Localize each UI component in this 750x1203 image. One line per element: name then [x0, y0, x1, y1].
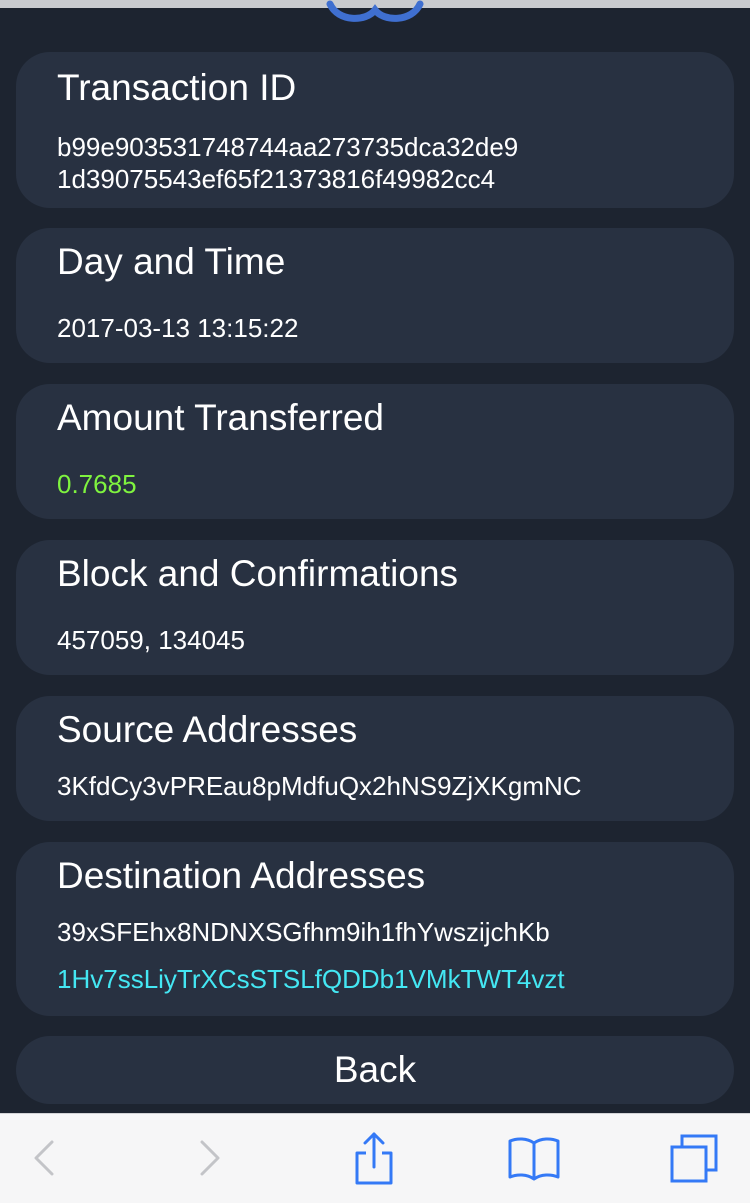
tabs-icon[interactable]: [664, 1128, 724, 1188]
transaction-id-line-2: 1d39075543ef65f21373816f49982cc4: [57, 164, 496, 194]
transaction-id-card: Transaction ID b99e903531748744aa273735d…: [16, 52, 734, 208]
block-title: Block and Confirmations: [57, 553, 459, 594]
amount-card: Amount Transferred 0.7685: [16, 384, 734, 519]
back-button[interactable]: Back: [16, 1036, 734, 1104]
browser-toolbar: [0, 1113, 750, 1203]
destination-addresses-card: Destination Addresses 39xSFEhx8NDNXSGfhm…: [16, 842, 734, 1016]
destination-address-2[interactable]: 1Hv7ssLiyTrXCsSTSLfQDDb1VMkTWT4vzt: [57, 962, 565, 996]
destination-address-1: 39xSFEhx8NDNXSGfhm9ih1fhYwszijchKb: [57, 917, 550, 947]
transaction-id-title: Transaction ID: [57, 67, 297, 108]
destination-addresses-title: Destination Addresses: [57, 855, 426, 896]
day-time-card: Day and Time 2017-03-13 13:15:22: [16, 228, 734, 363]
day-time-title: Day and Time: [57, 241, 286, 282]
amount-value: 0.7685: [57, 469, 137, 499]
source-addresses-title: Source Addresses: [57, 709, 358, 750]
block-card: Block and Confirmations 457059, 134045: [16, 540, 734, 675]
bookmarks-icon[interactable]: [504, 1128, 564, 1188]
transaction-id-line-1: b99e903531748744aa273735dca32de9: [57, 132, 519, 162]
forward-arrow-icon[interactable]: [180, 1128, 240, 1188]
block-value: 457059, 134045: [57, 625, 245, 655]
source-address: 3KfdCy3vPREau8pMdfuQx2hNS9ZjXKgmNC: [57, 771, 582, 801]
app-logo-icon: [326, 0, 424, 22]
back-arrow-icon[interactable]: [14, 1128, 74, 1188]
amount-title: Amount Transferred: [57, 397, 384, 438]
share-icon[interactable]: [344, 1128, 404, 1188]
day-time-value: 2017-03-13 13:15:22: [57, 313, 299, 343]
source-addresses-card: Source Addresses 3KfdCy3vPREau8pMdfuQx2h…: [16, 696, 734, 821]
